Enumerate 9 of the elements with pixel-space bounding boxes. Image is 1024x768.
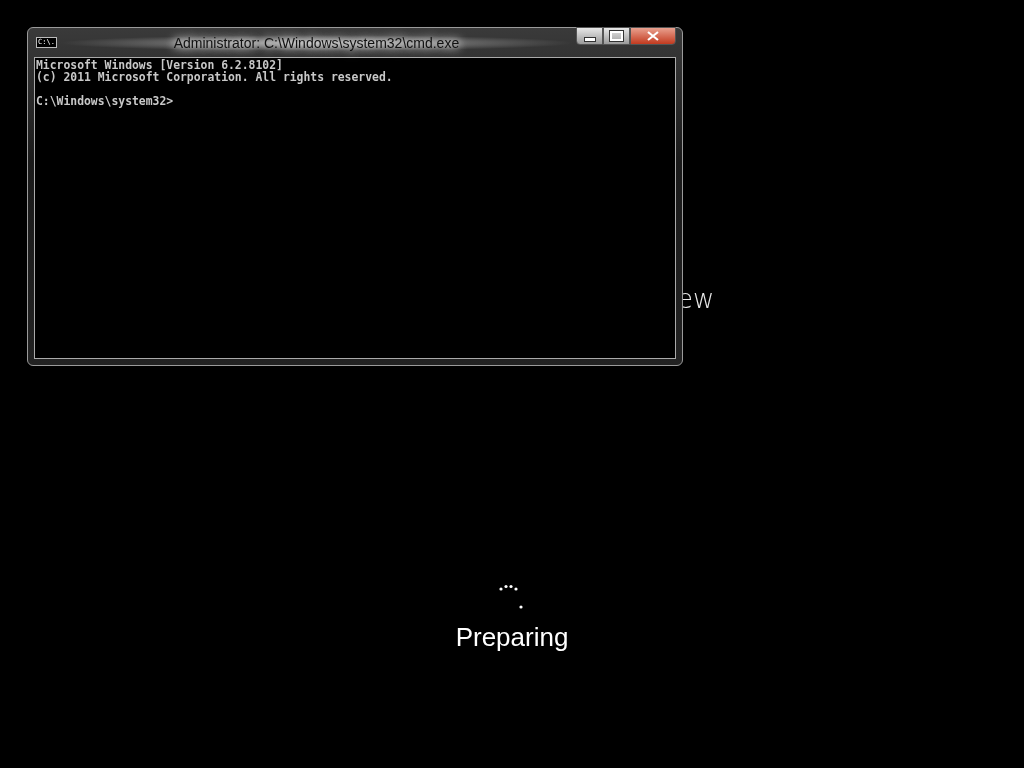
console-line: (c) 2011 Microsoft Corporation. All rights reserved. — [36, 71, 393, 83]
maximize-button[interactable] — [603, 27, 630, 45]
close-button[interactable] — [630, 27, 676, 45]
console-line: C:\Windows\system32> — [36, 95, 174, 107]
console-line: Microsoft Windows [Version 6.2.8102] — [36, 59, 283, 71]
minimize-button[interactable] — [576, 27, 603, 45]
status-text: Preparing — [455, 622, 569, 653]
console-area[interactable]: Microsoft Windows [Version 6.2.8102] (c) 2011 Microsoft Corporation. All rights reserved. C:\Windows\system32> — [34, 57, 676, 359]
close-icon — [647, 31, 659, 41]
